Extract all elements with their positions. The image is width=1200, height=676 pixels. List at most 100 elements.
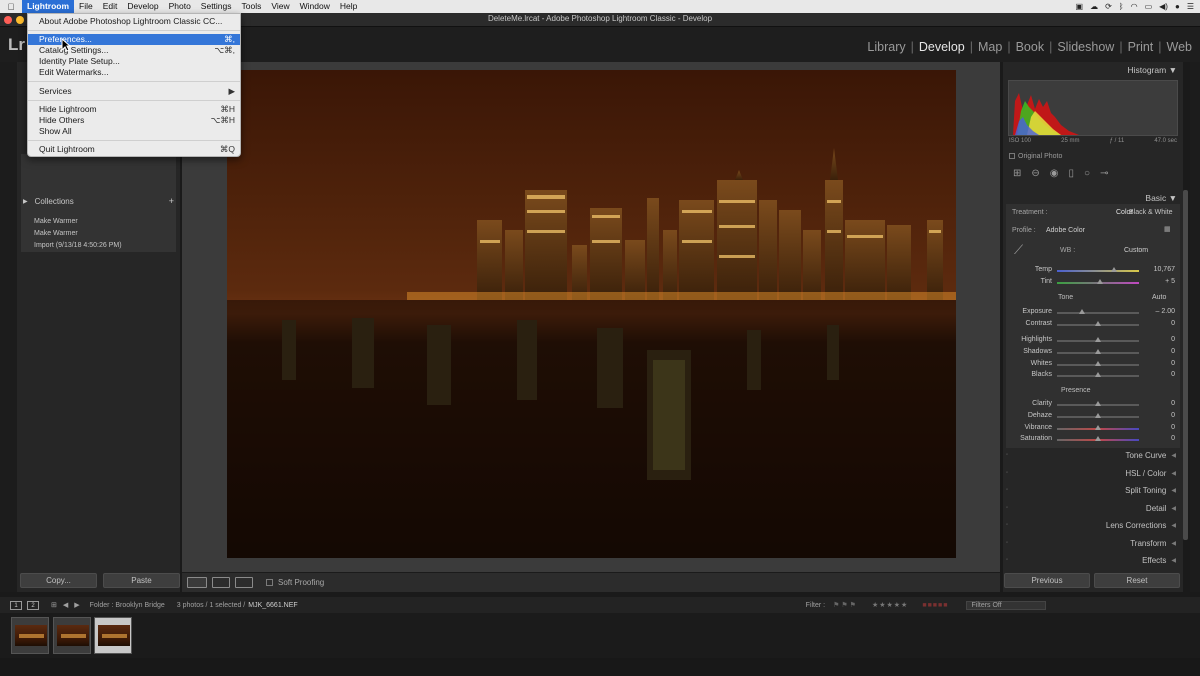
panel-section-lens-corrections[interactable]: Lens Corrections ◀ — [1106, 521, 1176, 530]
module-web[interactable]: Web — [1167, 40, 1192, 54]
module-develop[interactable]: Develop — [919, 40, 965, 54]
menu-item-hide-lightroom[interactable]: Hide Lightroom ⌘H — [28, 104, 240, 115]
copy-button[interactable]: Copy... — [20, 573, 97, 588]
forward-arrow-icon[interactable]: ▶ — [74, 601, 79, 609]
panel-section-tone-curve[interactable]: Tone Curve ◀ — [1125, 451, 1176, 460]
wb-dropdown[interactable]: Custom — [1124, 247, 1148, 254]
panel-switch-icon[interactable]: ◦ — [1006, 557, 1008, 563]
menu-help[interactable]: Help — [335, 0, 362, 13]
reset-button[interactable]: Reset — [1094, 573, 1180, 588]
treatment-bw[interactable]: Black & White — [1129, 209, 1173, 216]
menu-window[interactable]: Window — [295, 0, 335, 13]
module-book[interactable]: Book — [1016, 40, 1045, 54]
history-item[interactable]: Make Warmer — [21, 216, 176, 228]
menu-lightroom[interactable]: Lightroom — [22, 0, 75, 13]
grid-icon[interactable]: ⊞ — [51, 601, 57, 609]
original-photo-label[interactable]: Original Photo — [1009, 153, 1062, 160]
spot-removal-icon[interactable]: ⊖ — [1031, 168, 1039, 179]
user-icon[interactable]: ● — [1175, 2, 1180, 11]
folder-label[interactable]: Folder : Brooklyn Bridge — [90, 602, 165, 609]
menu-item-preferences[interactable]: Preferences... ⌘, — [28, 34, 240, 45]
slider-value[interactable]: 0 — [1142, 360, 1175, 367]
history-item[interactable]: Import (9/13/18 4:50:26 PM) — [21, 240, 176, 252]
graduated-filter-icon[interactable]: ▯ — [1069, 168, 1075, 179]
menu-photo[interactable]: Photo — [164, 0, 196, 13]
histogram[interactable] — [1008, 80, 1178, 136]
page-2-button[interactable]: 2 — [27, 600, 39, 610]
color-label-filter[interactable]: ■■■■■ — [922, 602, 948, 609]
menu-tools[interactable]: Tools — [237, 0, 267, 13]
history-item[interactable]: Make Warmer — [21, 228, 176, 240]
module-library[interactable]: Library — [867, 40, 905, 54]
slider-knob[interactable] — [1095, 337, 1101, 342]
auto-button[interactable]: Auto — [1152, 294, 1166, 301]
radial-filter-icon[interactable]: ○ — [1084, 168, 1090, 179]
slider-knob[interactable] — [1095, 321, 1101, 326]
panel-switch-icon[interactable]: ◦ — [1006, 540, 1008, 546]
panel-section-effects[interactable]: Effects ◀ — [1142, 556, 1176, 565]
slider-knob[interactable] — [1095, 349, 1101, 354]
filmstrip-thumbnail[interactable] — [11, 617, 49, 654]
basic-header[interactable]: Basic ▼ — [1145, 193, 1177, 203]
profile-browser-icon[interactable]: ▦ — [1164, 225, 1171, 233]
volume-icon[interactable]: ◀) — [1159, 2, 1168, 11]
before-after-split-icon[interactable] — [235, 577, 253, 588]
slider-track[interactable] — [1057, 270, 1139, 272]
menu-list-icon[interactable]: ☰ — [1187, 2, 1194, 11]
menu-item-services[interactable]: Services ▶ — [28, 86, 240, 97]
white-balance-picker-icon[interactable]: ⟋ — [1014, 242, 1023, 258]
right-panel-scrollbar[interactable] — [1183, 190, 1188, 540]
slider-knob[interactable] — [1078, 309, 1085, 314]
slider-knob[interactable] — [1095, 413, 1101, 418]
slider-value[interactable]: 0 — [1142, 435, 1175, 442]
panel-switch-icon[interactable]: ◦ — [1006, 452, 1008, 458]
slider-value[interactable]: – 2.00 — [1142, 308, 1175, 315]
menu-item-catalog-settings[interactable]: Catalog Settings... ⌥⌘, — [28, 45, 240, 56]
panel-switch-icon[interactable]: ◦ — [1006, 487, 1008, 493]
adjustment-brush-icon[interactable]: ⊸ — [1100, 168, 1108, 179]
menu-view[interactable]: View — [266, 0, 294, 13]
slider-value[interactable]: 0 — [1142, 320, 1175, 327]
slider-knob[interactable] — [1111, 267, 1118, 272]
slider-knob[interactable] — [1095, 425, 1101, 430]
bluetooth-icon[interactable]: ᛒ — [1119, 2, 1124, 11]
slider-value[interactable]: 10,767 — [1142, 266, 1175, 273]
panel-switch-icon[interactable]: ◦ — [1006, 505, 1008, 511]
slider-knob[interactable] — [1095, 372, 1101, 377]
menu-item-quit[interactable]: Quit Lightroom ⌘Q — [28, 144, 240, 155]
module-slideshow[interactable]: Slideshow — [1057, 40, 1114, 54]
collections-header[interactable]: ▶ Collections + — [21, 194, 176, 208]
right-edge[interactable] — [1190, 62, 1200, 592]
flag-filter-icons[interactable]: ⚑⚑⚑ — [833, 601, 858, 609]
menu-edit[interactable]: Edit — [98, 0, 123, 13]
module-map[interactable]: Map — [978, 40, 1002, 54]
add-collection-icon[interactable]: + — [169, 196, 174, 206]
before-after-icon[interactable] — [212, 577, 230, 588]
photo-preview[interactable] — [227, 70, 956, 558]
histogram-header[interactable]: Histogram ▼ — [1127, 65, 1177, 75]
slider-value[interactable]: + 5 — [1142, 278, 1175, 285]
left-edge[interactable] — [0, 62, 17, 592]
panel-section-split-toning[interactable]: Split Toning ◀ — [1125, 486, 1176, 495]
slider-value[interactable]: 0 — [1142, 348, 1175, 355]
slider-value[interactable]: 0 — [1142, 412, 1175, 419]
sync-icon[interactable]: ⟳ — [1105, 2, 1112, 11]
panel-section-detail[interactable]: Detail ◀ — [1146, 504, 1176, 513]
slider-value[interactable]: 0 — [1142, 371, 1175, 378]
red-eye-icon[interactable]: ◉ — [1050, 168, 1059, 179]
menu-settings[interactable]: Settings — [196, 0, 237, 13]
menu-item-show-all[interactable]: Show All — [28, 126, 240, 137]
crop-icon[interactable]: ⊞ — [1013, 168, 1021, 179]
panel-switch-icon[interactable]: ◦ — [1006, 470, 1008, 476]
soft-proofing-checkbox[interactable] — [266, 579, 273, 586]
identity-plate[interactable]: Lr — [8, 35, 25, 55]
slider-knob[interactable] — [1096, 279, 1103, 284]
page-1-button[interactable]: 1 — [10, 600, 22, 610]
menu-item-edit-watermarks[interactable]: Edit Watermarks... — [28, 67, 240, 78]
wifi-icon[interactable]: ◠ — [1131, 2, 1138, 11]
slider-track[interactable] — [1057, 312, 1139, 314]
panel-section-hsl-color[interactable]: HSL / Color ◀ — [1125, 469, 1176, 478]
previous-button[interactable]: Previous — [1004, 573, 1090, 588]
slider-knob[interactable] — [1095, 436, 1101, 441]
profile-dropdown[interactable]: Adobe Color — [1046, 227, 1085, 234]
